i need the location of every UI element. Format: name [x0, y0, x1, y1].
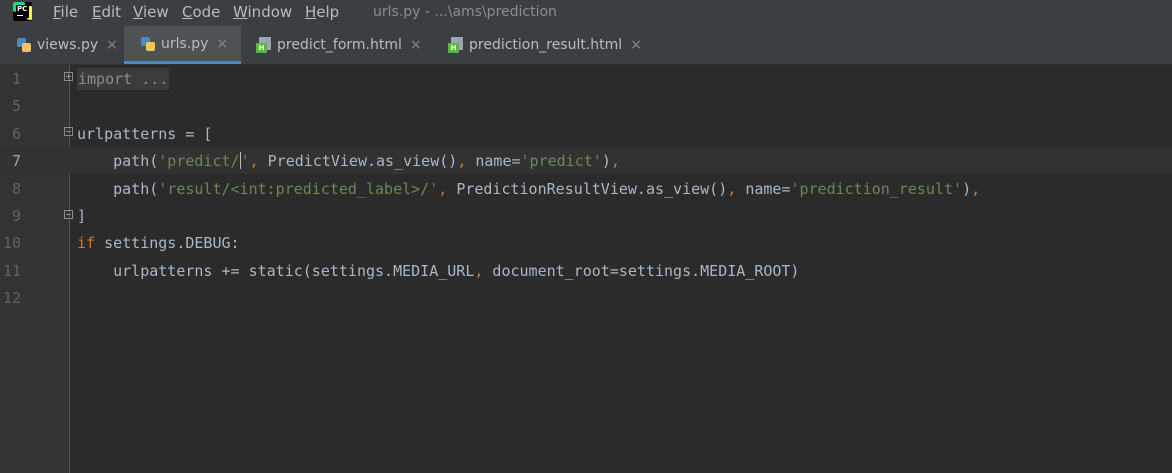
code-token: document_root=settings.MEDIA_ROOT)	[492, 261, 800, 280]
tab-urls-py[interactable]: urls.py ×	[124, 26, 241, 64]
code-token: name=	[745, 179, 791, 198]
menu-file[interactable]: File	[53, 3, 78, 21]
line-number: 7	[11, 152, 21, 171]
code-token: ]	[77, 207, 87, 225]
code-token: )	[962, 179, 972, 198]
code-token: urlpatterns += static(settings.MEDIA_URL	[77, 261, 475, 280]
tab-label: prediction_result.html	[469, 37, 623, 53]
menu-label: ode	[192, 3, 221, 21]
menu-mnemonic: H	[305, 3, 317, 21]
code-token: PredictView.as_view()	[267, 152, 458, 171]
tab-predict-form-html[interactable]: Hpredict_form.html ×	[241, 26, 433, 64]
menu-label: ile	[60, 3, 79, 21]
tab-label: urls.py	[161, 35, 209, 52]
code-token: ,	[971, 179, 981, 198]
python-file-icon	[16, 37, 32, 53]
code-token: PredictionResultView.as_view()	[456, 179, 728, 198]
line-number: 10	[2, 234, 21, 253]
window-title: urls.py - ...\ams\prediction	[373, 4, 557, 20]
code-token: 'prediction_result'	[790, 179, 963, 198]
tab-prediction-result-html[interactable]: Hprediction_result.html ×	[433, 26, 648, 64]
code-line[interactable]: ]	[77, 207, 86, 225]
line-number: 9	[11, 207, 21, 225]
line-number: 5	[11, 97, 21, 116]
fold-end-icon[interactable]	[64, 210, 73, 219]
code-token: ,	[457, 152, 476, 171]
close-tab-icon[interactable]: ×	[630, 37, 642, 53]
html-file-icon: H	[256, 37, 272, 53]
html-file-icon: H	[448, 37, 464, 53]
close-tab-icon[interactable]: ×	[216, 36, 228, 52]
code-token: if	[77, 234, 96, 253]
editor-tab-bar: views.py × urls.py × Hpredict_form.html × Hpre…	[0, 26, 1172, 65]
code-token: 'result/<int:predicted_label>/'	[158, 179, 439, 198]
menu-code[interactable]: Code	[182, 3, 220, 21]
tab-label: views.py	[37, 37, 99, 53]
code-token: ,	[610, 152, 620, 171]
line-number: 8	[11, 179, 21, 198]
code-token: ,	[249, 152, 268, 171]
menu-label: dit	[101, 3, 122, 21]
fold-expand-icon[interactable]	[64, 72, 73, 81]
menu-window[interactable]: Window	[233, 3, 292, 21]
python-file-icon	[140, 36, 156, 52]
line-number: 11	[2, 261, 21, 280]
code-token: ,	[438, 179, 457, 198]
menu-mnemonic: V	[133, 3, 143, 21]
tab-views-py[interactable]: views.py ×	[0, 26, 124, 64]
code-token: ,	[727, 179, 746, 198]
menu-mnemonic: C	[182, 3, 193, 21]
menu-mnemonic: F	[53, 3, 61, 21]
menu-mnemonic: W	[233, 3, 248, 21]
code-line[interactable]: import ...	[77, 68, 170, 90]
menu-label: elp	[316, 3, 340, 21]
code-line[interactable]: urlpatterns += static(settings.MEDIA_URL…	[77, 262, 799, 280]
code-token: name=	[475, 152, 521, 171]
code-line[interactable]: path('predict/', PredictView.as_view(), …	[77, 152, 620, 170]
code-token: settings.DEBUG:	[95, 234, 240, 253]
code-token: path(	[77, 152, 159, 171]
close-tab-icon[interactable]: ×	[106, 37, 118, 53]
line-number: 6	[11, 124, 21, 143]
code-token: ,	[474, 261, 493, 280]
menu-help[interactable]: Help	[305, 3, 339, 21]
line-number: 12	[2, 289, 21, 308]
close-tab-icon[interactable]: ×	[410, 37, 422, 53]
line-number: 1	[11, 70, 21, 88]
code-line[interactable]: urlpatterns = [	[77, 125, 212, 143]
pycharm-logo-icon[interactable]: PC	[13, 2, 32, 21]
code-token: )	[601, 152, 611, 171]
code-line[interactable]: path('result/<int:predicted_label>/', Pr…	[77, 180, 980, 198]
menu-label: indow	[247, 3, 293, 21]
menu-label: iew	[142, 3, 169, 21]
code-token: 'predict'	[520, 152, 602, 171]
folded-imports: import ...	[77, 68, 170, 90]
menu-bar: PC File Edit View Code Window Help urls.py - …	[0, 0, 1172, 26]
menu-edit[interactable]: Edit	[92, 3, 121, 21]
code-token: '	[240, 152, 250, 171]
fold-collapse-icon[interactable]	[64, 127, 73, 136]
code-token: path(	[77, 179, 159, 198]
code-line[interactable]: if settings.DEBUG:	[77, 234, 240, 252]
menu-view[interactable]: View	[133, 3, 169, 21]
tab-label: predict_form.html	[277, 37, 402, 53]
code-token: urlpatterns = [	[77, 124, 213, 143]
code-token: 'predict/	[158, 152, 240, 171]
